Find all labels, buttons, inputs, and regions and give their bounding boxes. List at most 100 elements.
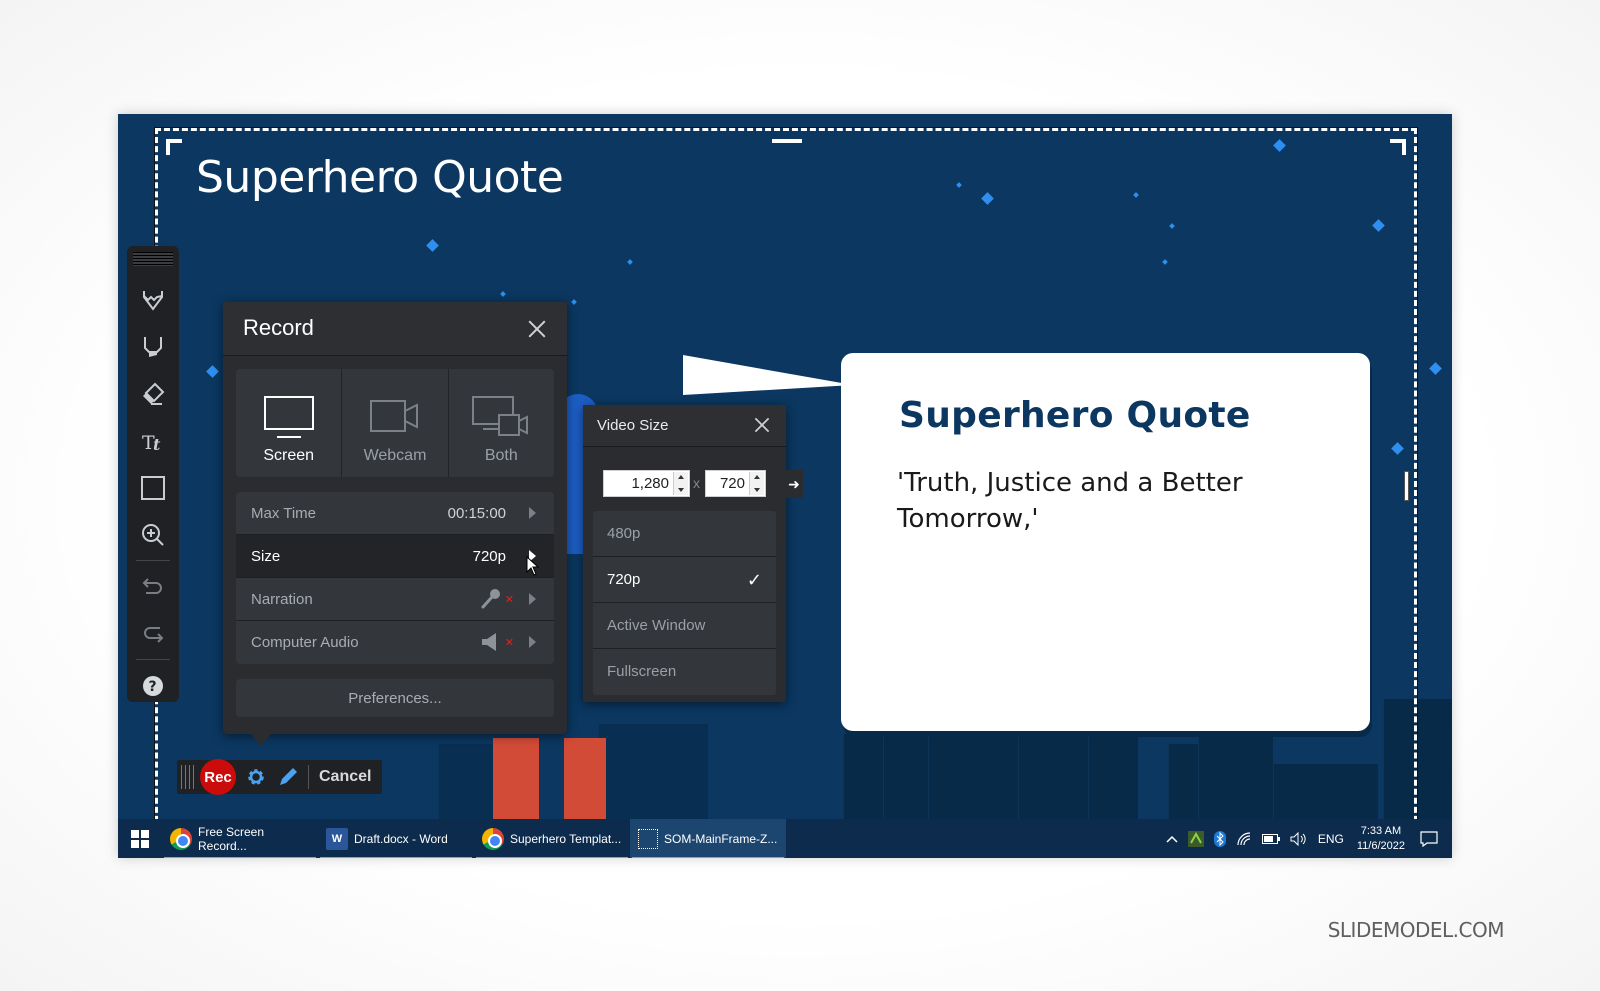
size-option-720p[interactable]: 720p ✓ (593, 557, 776, 603)
video-size-title: Video Size (597, 417, 669, 434)
corner-handle-top-left[interactable] (166, 139, 182, 155)
video-size-header: Video Size (583, 405, 786, 447)
pen-tool[interactable] (127, 276, 179, 323)
max-time-row[interactable]: Max Time 00:15:00 (236, 492, 554, 535)
webcam-icon (369, 400, 418, 432)
text-icon: Tt (142, 432, 161, 454)
eraser-tool[interactable] (127, 370, 179, 417)
settings-button[interactable] (244, 765, 268, 789)
taskbar-item-word[interactable]: W Draft.docx - Word (318, 819, 474, 858)
rec-bar-divider (308, 765, 309, 789)
notification-center-icon[interactable] (1420, 831, 1438, 847)
svg-text:?: ? (149, 679, 157, 695)
watermark: SLIDEMODEL.COM (1327, 918, 1505, 942)
rectangle-tool[interactable] (127, 464, 179, 511)
rec-button[interactable]: Rec (200, 759, 236, 795)
mouse-cursor-icon (526, 556, 540, 576)
max-time-value: 00:15:00 (447, 504, 506, 522)
source-both-button[interactable]: Both (449, 369, 554, 477)
text-tool[interactable]: Tt (127, 417, 179, 464)
record-panel-title: Record (243, 315, 314, 340)
width-input[interactable]: 1,280 (603, 470, 690, 497)
taskbar-item-superhero-template[interactable]: Superhero Templat... (474, 819, 630, 858)
source-webcam-button[interactable]: Webcam (342, 369, 449, 477)
narration-label: Narration (251, 590, 313, 608)
app-tray-icon[interactable] (1187, 831, 1204, 847)
microphone-muted-indicator: ✕ (480, 588, 514, 610)
size-options-list: 480p 720p ✓ Active Window Fullscreen (593, 511, 776, 695)
gear-icon (248, 769, 264, 785)
battery-icon[interactable] (1261, 834, 1280, 844)
computer-audio-label: Computer Audio (251, 634, 359, 651)
taskbar-item-som-mainframe[interactable]: SOM-MainFrame-Z... (630, 819, 786, 858)
size-option-label: Active Window (607, 617, 706, 634)
source-screen-button[interactable]: Screen (236, 369, 343, 477)
microphone-icon (481, 589, 500, 609)
screen-and-webcam-icon (472, 396, 529, 436)
cancel-button[interactable]: Cancel (319, 768, 371, 786)
undo-tool[interactable] (127, 563, 179, 610)
recording-control-bar: Rec Cancel (177, 759, 382, 795)
highlighter-icon (144, 336, 162, 357)
help-button[interactable]: ? (127, 662, 179, 709)
toolbar-divider (136, 560, 170, 561)
show-hidden-icons-chevron-icon[interactable] (1166, 835, 1178, 843)
height-input[interactable]: 720 (705, 470, 766, 497)
size-row[interactable]: Size 720p (236, 535, 554, 578)
language-indicator[interactable]: ENG (1318, 832, 1344, 846)
clock-date: 11/6/2022 (1356, 840, 1405, 852)
size-option-active-window[interactable]: Active Window (593, 603, 776, 649)
source-selector: Screen Webcam Both (236, 369, 554, 477)
windows-logo-icon (131, 830, 149, 848)
clock[interactable]: 7:33 AM 11/6/2022 (1357, 824, 1405, 854)
size-option-fullscreen[interactable]: Fullscreen (593, 649, 776, 695)
eraser-icon (143, 382, 165, 405)
corner-handle-top-right[interactable] (1390, 139, 1406, 155)
screen-icon (263, 396, 314, 438)
screen-capture-icon (638, 829, 658, 849)
resize-handle-top[interactable] (772, 139, 802, 143)
width-spinner[interactable] (673, 472, 688, 495)
speaker-icon (482, 633, 496, 651)
panel-pointer (251, 734, 271, 746)
zoom-tool[interactable] (127, 511, 179, 558)
taskbar-item-screen-recorder[interactable]: Free Screen Record... (162, 819, 318, 858)
zoom-in-icon (142, 523, 164, 546)
size-option-label: Fullscreen (607, 663, 677, 680)
speaker-muted-indicator: ✕ (480, 631, 514, 653)
clock-time: 7:33 AM (1360, 825, 1402, 837)
bluetooth-icon[interactable] (1213, 831, 1226, 847)
redo-tool[interactable] (127, 610, 179, 657)
height-spinner[interactable] (749, 472, 764, 495)
preferences-button[interactable]: Preferences... (236, 679, 554, 717)
system-tray: ENG 7:33 AM 11/6/2022 (1161, 819, 1452, 858)
wifi-icon[interactable] (1236, 832, 1252, 846)
taskbar-item-label: SOM-MainFrame-Z... (664, 832, 778, 846)
muted-x-icon: ✕ (504, 637, 514, 649)
max-time-label: Max Time (251, 504, 317, 522)
close-icon[interactable] (754, 417, 771, 434)
start-button[interactable] (118, 819, 162, 858)
narration-row[interactable]: Narration ✕ (236, 578, 554, 621)
volume-icon[interactable] (1290, 832, 1308, 846)
taskbar-item-label: Draft.docx - Word (354, 832, 448, 846)
taskbar-item-label: Free Screen Record... (198, 825, 265, 853)
height-value: 720 (719, 475, 745, 492)
computer-audio-row[interactable]: Computer Audio ✕ (236, 621, 554, 664)
rec-bar-drag-handle[interactable] (181, 765, 194, 789)
record-panel: Record Screen Webcam Both Max Time 00:15… (223, 302, 567, 746)
redo-icon (144, 626, 164, 643)
close-icon[interactable] (527, 319, 547, 339)
source-label: Screen (263, 447, 315, 464)
record-settings-list: Max Time 00:15:00 Size 720p Narration ✕ … (236, 492, 554, 664)
highlighter-tool[interactable] (127, 323, 179, 370)
undo-icon (142, 577, 162, 594)
apply-size-arrow-icon[interactable]: ➜ (785, 470, 803, 498)
size-option-480p[interactable]: 480p (593, 511, 776, 557)
toolbar-drag-handle[interactable] (133, 252, 173, 266)
pencil-icon (280, 768, 297, 785)
draw-button[interactable] (276, 765, 300, 789)
size-label: Size (251, 547, 281, 565)
source-label: Both (484, 447, 518, 464)
resize-handle-right[interactable] (1404, 471, 1409, 501)
